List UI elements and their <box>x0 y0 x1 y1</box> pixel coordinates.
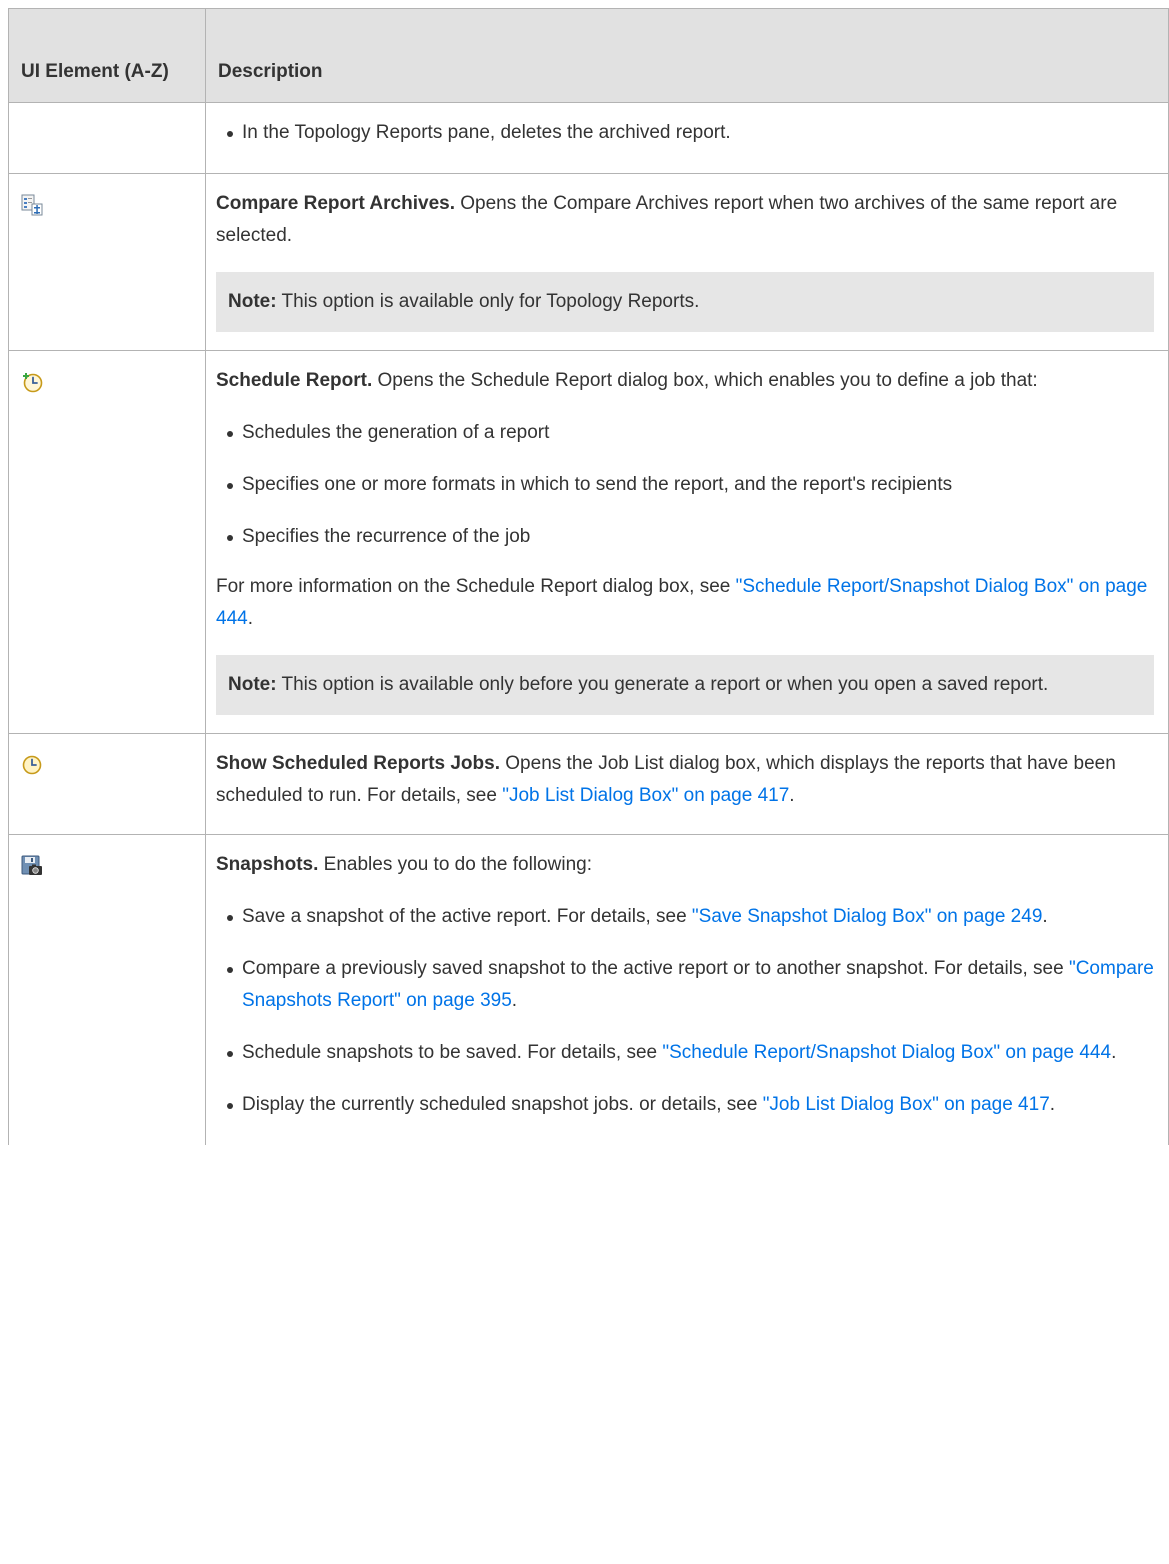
ui-element-cell <box>8 733 206 835</box>
list-item-text: Save a snapshot of the active report. Fo… <box>242 906 692 927</box>
list-item: Schedules the generation of a report <box>216 417 1154 449</box>
header-ui-element: UI Element (A-Z) <box>8 8 206 103</box>
list-item: Compare a previously saved snapshot to t… <box>216 953 1154 1017</box>
clock-icon <box>21 754 43 776</box>
list-item-text: Schedule snapshots to be saved. For deta… <box>242 1042 663 1063</box>
punctuation: . <box>789 785 795 806</box>
punctuation: . <box>247 608 253 629</box>
bullet-list: In the Topology Reports pane, deletes th… <box>216 117 1154 149</box>
note-text: This option is available only before you… <box>276 674 1049 695</box>
list-item: Display the currently scheduled snapshot… <box>216 1089 1154 1121</box>
ui-elements-table: UI Element (A-Z) Description In the Topo… <box>8 8 1169 1145</box>
list-item: Specifies one or more formats in which t… <box>216 469 1154 501</box>
note-box: Note: This option is available only for … <box>216 272 1154 332</box>
list-item: In the Topology Reports pane, deletes th… <box>216 117 1154 149</box>
ui-element-cell <box>8 173 206 351</box>
list-item-text: Display the currently scheduled snapshot… <box>242 1094 763 1115</box>
schedule-report-icon <box>21 371 43 393</box>
compare-archives-title: Compare Report Archives. <box>216 193 455 214</box>
schedule-snapshot-link[interactable]: "Schedule Report/Snapshot Dialog Box" on… <box>662 1042 1111 1063</box>
table-row: Schedule Report. Opens the Schedule Repo… <box>8 350 1169 734</box>
compare-archives-icon <box>21 194 43 216</box>
punctuation: . <box>1042 906 1048 927</box>
show-jobs-title: Show Scheduled Reports Jobs. <box>216 753 500 774</box>
ui-element-cell <box>8 350 206 734</box>
table-row: In the Topology Reports pane, deletes th… <box>8 102 1169 174</box>
punctuation: . <box>1111 1042 1117 1063</box>
ui-element-cell <box>8 102 206 174</box>
bullet-list: Save a snapshot of the active report. Fo… <box>216 901 1154 1121</box>
schedule-report-title: Schedule Report. <box>216 370 373 391</box>
snapshots-title: Snapshots. <box>216 854 319 875</box>
more-info-text: For more information on the Schedule Rep… <box>216 576 736 597</box>
list-item: Save a snapshot of the active report. Fo… <box>216 901 1154 933</box>
snapshot-icon <box>21 855 43 877</box>
job-list-link[interactable]: "Job List Dialog Box" on page 417 <box>763 1094 1050 1115</box>
description-cell: Schedule Report. Opens the Schedule Repo… <box>205 350 1169 734</box>
table-row: Show Scheduled Reports Jobs. Opens the J… <box>8 733 1169 835</box>
bullet-list: Schedules the generation of a report Spe… <box>216 417 1154 553</box>
list-item-text: Compare a previously saved snapshot to t… <box>242 958 1069 979</box>
note-label: Note: <box>228 674 277 695</box>
table-row: Compare Report Archives. Opens the Compa… <box>8 173 1169 351</box>
table-header-row: UI Element (A-Z) Description <box>8 8 1169 103</box>
note-text: This option is available only for Topolo… <box>276 291 700 312</box>
ui-element-cell <box>8 834 206 1145</box>
description-cell: Compare Report Archives. Opens the Compa… <box>205 173 1169 351</box>
list-item: Specifies the recurrence of the job <box>216 521 1154 553</box>
note-box: Note: This option is available only befo… <box>216 655 1154 715</box>
list-item: Schedule snapshots to be saved. For deta… <box>216 1037 1154 1069</box>
punctuation: . <box>1049 1094 1056 1115</box>
table-row: Snapshots. Enables you to do the followi… <box>8 834 1169 1145</box>
punctuation: . <box>511 990 518 1011</box>
header-description: Description <box>205 8 1169 103</box>
schedule-report-text: Opens the Schedule Report dialog box, wh… <box>372 370 1038 391</box>
description-cell: Snapshots. Enables you to do the followi… <box>205 834 1169 1145</box>
job-list-link[interactable]: "Job List Dialog Box" on page 417 <box>502 785 789 806</box>
note-label: Note: <box>228 291 277 312</box>
description-cell: Show Scheduled Reports Jobs. Opens the J… <box>205 733 1169 835</box>
snapshots-text: Enables you to do the following: <box>318 854 592 875</box>
save-snapshot-link[interactable]: "Save Snapshot Dialog Box" on page 249 <box>692 906 1042 927</box>
description-cell: In the Topology Reports pane, deletes th… <box>205 102 1169 174</box>
